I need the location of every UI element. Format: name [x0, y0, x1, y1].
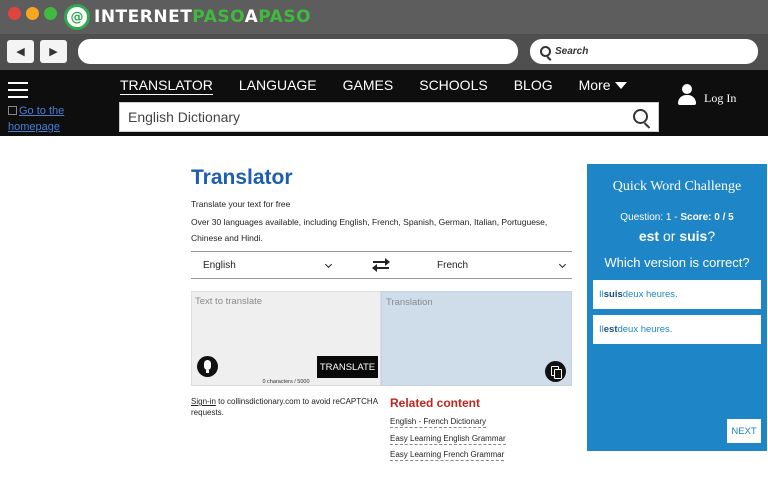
site-header: Go to the homepage TRANSLATOR LANGUAGE G… — [0, 70, 768, 136]
nav-schools[interactable]: SCHOOLS — [419, 76, 487, 95]
chevron-down-icon — [558, 260, 567, 268]
nav-translator[interactable]: TRANSLATOR — [120, 76, 213, 95]
quiz-progress: Question: 1 - Score: 0 / 5 — [620, 212, 734, 223]
chevron-down-icon — [324, 260, 333, 268]
homepage-link[interactable]: Go to the homepage — [8, 103, 78, 135]
language-selector-row: English French — [191, 251, 572, 279]
user-icon — [678, 84, 696, 106]
quiz-word-choice: est or suis? — [638, 228, 716, 244]
translator-subtitle: Translate your text for free — [191, 199, 291, 209]
internetpasoapaso-logo: @ INTERNETPASOAPASO — [64, 3, 311, 31]
back-arrow-icon: ◀ — [16, 46, 25, 58]
nav-blog[interactable]: BLOG — [514, 76, 553, 95]
quiz-title: Quick Word Challenge — [612, 179, 742, 194]
source-text-panel: TRANSLATE 0 characters / 5000 — [191, 291, 381, 386]
forward-button[interactable]: ▶ — [40, 40, 67, 63]
search-icon[interactable] — [633, 109, 648, 124]
hamburger-menu-icon[interactable] — [8, 82, 28, 98]
quick-word-challenge-panel: Quick Word Challenge Question: 1 - Score… — [587, 164, 767, 451]
page-title: Translator — [191, 166, 293, 189]
main-nav: TRANSLATOR LANGUAGE GAMES SCHOOLS BLOG M… — [120, 76, 653, 95]
translator-description: Over 30 languages available, including E… — [191, 217, 548, 243]
next-button[interactable]: NEXT — [727, 419, 761, 443]
copy-icon[interactable] — [545, 361, 566, 382]
login-link[interactable]: Log In — [678, 84, 736, 106]
login-label: Log In — [704, 91, 737, 105]
forward-arrow-icon: ▶ — [49, 46, 58, 58]
dictionary-search-box — [119, 102, 659, 132]
quiz-option-1[interactable]: Il suis deux heures. — [593, 280, 761, 309]
nav-more[interactable]: More — [579, 76, 627, 95]
translation-output-panel: Translation — [381, 291, 572, 386]
source-language-value: English — [203, 260, 236, 271]
target-language-value: French — [437, 260, 469, 271]
quiz-question: Which version is correct? — [604, 255, 750, 270]
translate-button[interactable]: TRANSLATE — [317, 356, 378, 378]
address-bar[interactable] — [78, 39, 518, 64]
microphone-icon[interactable] — [197, 356, 218, 377]
minimize-window-button[interactable] — [26, 7, 39, 20]
related-content-title: Related content — [390, 396, 481, 410]
browser-search-field[interactable]: Search — [530, 39, 758, 64]
related-link-english-french-dictionary[interactable]: English - French Dictionary — [390, 417, 487, 428]
caret-down-icon — [614, 82, 627, 89]
nav-games[interactable]: GAMES — [343, 76, 394, 95]
broken-image-icon — [8, 106, 17, 115]
back-button[interactable]: ◀ — [7, 40, 34, 63]
browser-titlebar: @ INTERNETPASOAPASO — [0, 0, 768, 34]
translation-placeholder: Translation — [386, 297, 433, 308]
browser-toolbar: ◀ ▶ Search — [0, 34, 768, 70]
maximize-window-button[interactable] — [44, 7, 57, 20]
dictionary-search-input[interactable] — [128, 109, 618, 125]
character-counter: 0 characters / 5000 — [262, 379, 310, 385]
swap-languages-icon[interactable] — [372, 258, 390, 272]
nav-language[interactable]: LANGUAGE — [239, 76, 317, 95]
related-link-english-grammar[interactable]: Easy Learning English Grammar — [390, 434, 506, 445]
related-link-french-grammar[interactable]: Easy Learning French Grammar — [390, 450, 505, 461]
logo-badge-icon: @ — [64, 4, 90, 30]
quiz-option-2[interactable]: Il est deux heures. — [593, 315, 761, 344]
logo-text: INTERNETPASOAPASO — [94, 7, 312, 27]
target-language-select[interactable]: French — [437, 252, 567, 279]
recaptcha-signin-note: Sign-in to collinsdictionary.com to avoi… — [191, 397, 378, 417]
browser-search-placeholder: Search — [555, 46, 589, 57]
source-language-select[interactable]: English — [203, 252, 333, 279]
search-icon — [540, 46, 551, 57]
close-window-button[interactable] — [8, 7, 21, 20]
signin-link[interactable]: Sign-in — [191, 397, 216, 406]
